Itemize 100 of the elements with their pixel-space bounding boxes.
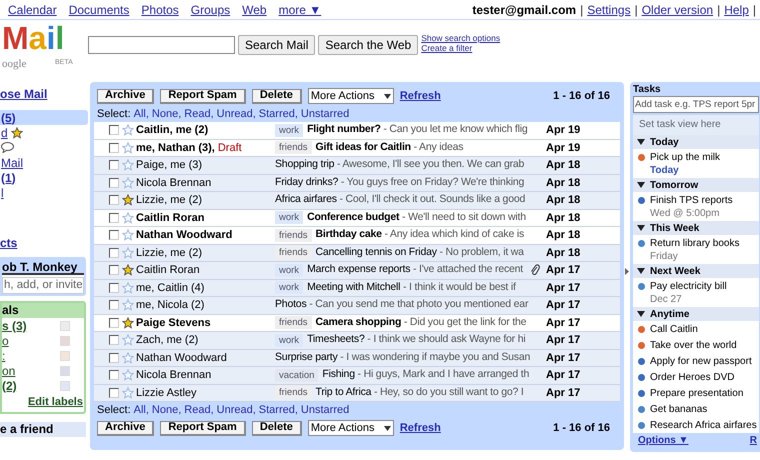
task-title[interactable]: Research Africa airfares (650, 418, 757, 432)
star-icon[interactable] (122, 369, 134, 382)
action-button[interactable]: Delete (252, 88, 302, 104)
email-row[interactable]: Zach, me (2) work Timesheets? - I think we should ask Wayne for hi Apr 17 (94, 332, 620, 350)
checkbox[interactable] (109, 265, 119, 276)
task-section-title[interactable]: Next Week (650, 264, 700, 278)
task-status-dot[interactable] (638, 196, 645, 204)
speech-bubble-icon[interactable] (1, 142, 14, 153)
star-icon[interactable] (122, 316, 134, 329)
checkbox[interactable] (109, 160, 119, 170)
label-color-swatch[interactable] (60, 336, 70, 346)
action-button[interactable]: Archive (97, 420, 154, 436)
checkbox[interactable] (109, 230, 119, 240)
star-icon[interactable] (10, 126, 23, 138)
search-button[interactable]: Search the Web (318, 35, 418, 55)
task-view-bar[interactable]: Set task view here (633, 115, 759, 135)
task-section-title[interactable]: Today (650, 134, 679, 150)
select-link[interactable]: Read, (184, 106, 214, 122)
edit-labels-link[interactable]: Edit labels (28, 394, 83, 411)
checkbox[interactable] (109, 318, 119, 328)
task-title[interactable]: Pick up the milk (650, 150, 720, 164)
label-tag[interactable]: work (275, 281, 304, 294)
email-row[interactable]: Caitlin Roran work Conference budget - We'll need to sit down with Apr 18 (94, 210, 620, 227)
refresh-link[interactable]: Refresh (400, 420, 441, 436)
select-link[interactable]: All, (134, 106, 149, 122)
expand-triangle-icon[interactable] (637, 225, 645, 231)
search-option-link[interactable]: Create a filter (421, 43, 500, 53)
star-icon[interactable] (122, 176, 134, 189)
checkbox[interactable] (109, 125, 119, 136)
expand-triangle-icon[interactable] (637, 268, 645, 274)
label-link[interactable]: s (3) (2, 320, 27, 332)
email-row[interactable]: me, Caitlin (4) work Meeting with Mitchell - I think it would be best if Apr 17 (94, 280, 620, 297)
label-color-swatch[interactable] (60, 380, 70, 391)
star-icon[interactable] (122, 194, 134, 206)
action-button[interactable]: Report Spam (160, 420, 246, 436)
star-icon[interactable] (122, 212, 134, 224)
sidebar-item[interactable]: d (1, 126, 8, 138)
checkbox[interactable] (109, 212, 119, 223)
task-status-dot[interactable] (638, 240, 645, 246)
star-icon[interactable] (122, 334, 134, 346)
task-title[interactable]: Pay electricity bill (650, 278, 727, 294)
label-tag[interactable]: friends (275, 228, 312, 242)
checkbox[interactable] (109, 248, 119, 258)
search-field[interactable] (88, 36, 235, 54)
task-section-title[interactable]: Anytime (650, 306, 690, 322)
add-task-field[interactable]: Add task e.g. TPS report 5pr (633, 96, 759, 113)
task-title[interactable]: Return library books (650, 236, 740, 250)
checkbox[interactable] (109, 335, 119, 346)
compose-mail-link[interactable]: ose Mail (0, 85, 48, 103)
top-nav-link[interactable]: Photos (141, 0, 179, 18)
email-row[interactable]: Paige, me (3) Shopping trip - Awesome, I'll see you then. We can grab Apr 18 (94, 157, 620, 174)
task-section-title[interactable]: Tomorrow (650, 178, 698, 192)
checkbox[interactable] (109, 352, 119, 363)
dropdown-caret-icon[interactable] (384, 426, 391, 430)
checkbox[interactable] (109, 195, 119, 206)
task-status-dot[interactable] (638, 342, 645, 348)
checkbox[interactable] (109, 388, 119, 398)
account-link[interactable]: Settings (587, 0, 631, 18)
email-row[interactable]: Caitlin, me (2) work Flight number? - Can you let me know which flig Apr 19 (94, 122, 620, 140)
label-tag[interactable]: work (275, 264, 304, 277)
top-nav-link[interactable]: Documents (68, 0, 130, 18)
star-icon[interactable] (122, 386, 134, 399)
select-link[interactable]: Unstarred (300, 106, 350, 122)
task-status-dot[interactable] (638, 390, 645, 396)
label-tag[interactable]: friends (275, 386, 312, 400)
star-icon[interactable] (122, 159, 134, 172)
label-color-swatch[interactable] (60, 366, 70, 376)
action-button[interactable]: Archive (97, 88, 154, 104)
checkbox[interactable] (109, 300, 119, 310)
star-icon[interactable] (122, 246, 134, 259)
task-status-dot[interactable] (638, 374, 645, 380)
search-button[interactable]: Search Mail (238, 35, 316, 55)
label-tag[interactable]: work (275, 211, 304, 224)
select-link[interactable]: Unstarred (300, 402, 350, 418)
select-link[interactable]: All, (134, 402, 149, 418)
task-title[interactable]: Prepare presentation (650, 386, 744, 400)
email-row[interactable]: me, Nathan (3), Draft friends Gift ideas for Caitlin - Any ideas Apr 19 (94, 140, 620, 157)
task-title[interactable]: Order Heroes DVD (650, 370, 734, 384)
checkbox[interactable] (109, 178, 119, 188)
more-actions-dropdown[interactable]: More Actions (308, 420, 394, 436)
label-tag[interactable]: friends (275, 141, 312, 154)
invite-friend-bar[interactable]: e a friend (0, 422, 86, 437)
star-icon[interactable] (122, 229, 134, 242)
select-link[interactable]: Unread, (216, 402, 256, 418)
collapse-arrow-icon[interactable] (625, 268, 629, 274)
star-icon[interactable] (122, 352, 134, 364)
top-nav-link[interactable]: more ▼ (278, 0, 322, 18)
email-row[interactable]: Lizzie, me (2) friends Cancelling tennis on Friday - No problem, it wa Apr 18 (94, 244, 620, 262)
top-nav-link[interactable]: Calendar (8, 0, 57, 18)
label-link[interactable]: : (2, 350, 6, 362)
task-title[interactable]: Take over the world (650, 338, 737, 352)
select-link[interactable]: Starred, (258, 402, 298, 418)
email-row[interactable]: me, Nicola (2) Photos - Can you send me that photo you mentioned ear Apr 17 (94, 297, 620, 314)
star-icon[interactable] (122, 299, 134, 312)
task-title[interactable]: Call Caitlin (650, 322, 698, 336)
sidebar-item[interactable]: (5) (1, 112, 16, 124)
footer-link[interactable]: R (750, 432, 757, 448)
email-row[interactable]: Paige Stevens friends Camera shopping - Did you get the link for the Apr 17 (94, 314, 620, 332)
email-row[interactable]: Nathan Woodward Surprise party - I was wondering if maybe you and Susan Apr 17 (94, 350, 620, 367)
task-status-dot[interactable] (638, 326, 645, 332)
